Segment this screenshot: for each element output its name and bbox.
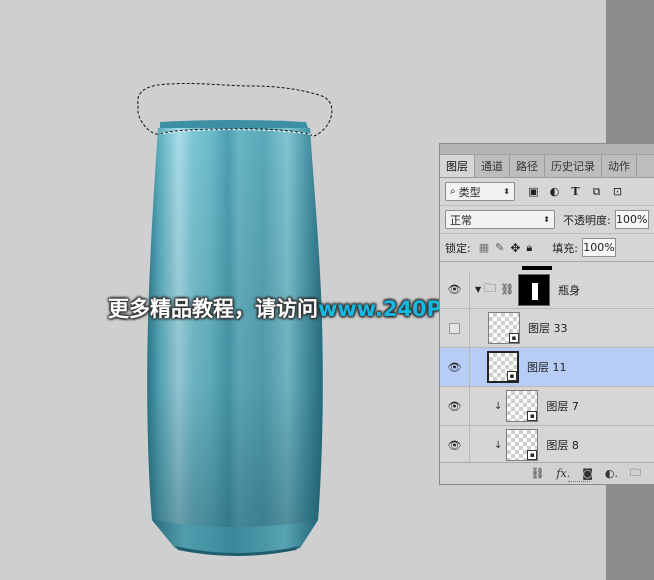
smart-object-icon: ▪: [527, 450, 538, 460]
fill-label: 填充:: [552, 241, 578, 255]
layer-row[interactable]: 👁︎ ↓ ▪ 图层 8: [440, 426, 654, 462]
layers-panel: 图层 通道 路径 历史记录 动作 ⌕ 类型 ⬍ ▣ ◐ T ⧉ ⊡ 正常 ⬍ 不…: [439, 143, 654, 485]
lock-all-icon[interactable]: 🔒︎: [526, 241, 532, 255]
layer-row[interactable]: 👁︎ ↓ ▪ 图层 7: [440, 387, 654, 426]
layer-list: 👁︎ ▼ 🗀︎ ⛓︎ 瓶身 ▪ 图层 33 👁︎ ▪ 图层 11 👁︎ ↓ ▪ …: [440, 266, 654, 462]
fx-icon[interactable]: fx.: [556, 467, 570, 480]
lock-row: 锁定: ▦ ✎ ✥ 🔒︎ 填充: 100%: [440, 234, 654, 262]
blend-mode-value: 正常: [450, 213, 472, 227]
link-icon: ⛓︎: [500, 283, 515, 296]
visibility-toggle[interactable]: [440, 309, 470, 347]
panel-grip[interactable]: [440, 144, 654, 155]
layer-thumbnail: ▪: [487, 351, 519, 383]
chevron-updown-icon: ⬍: [543, 215, 550, 224]
opacity-field[interactable]: 100%: [614, 210, 649, 229]
lock-label: 锁定:: [445, 241, 471, 255]
tab-channels[interactable]: 通道: [475, 155, 510, 177]
clipping-arrow-icon: ↓: [494, 439, 503, 451]
smart-object-icon: ▪: [527, 411, 538, 421]
layer-thumbnail: ▪: [488, 312, 520, 344]
eye-icon: 👁︎: [447, 399, 462, 413]
adjustment-filter-icon[interactable]: ◐: [548, 185, 561, 198]
search-icon: ⌕: [450, 186, 456, 197]
tab-layers[interactable]: 图层: [440, 155, 475, 177]
filter-row: ⌕ 类型 ⬍ ▣ ◐ T ⧉ ⊡: [440, 178, 654, 206]
layer-thumbnail: ▪: [506, 429, 539, 461]
lock-transparent-icon[interactable]: ▦: [479, 241, 489, 254]
layer-name[interactable]: 图层 33: [528, 320, 568, 336]
layer-row[interactable]: ▪ 图层 33: [440, 309, 654, 348]
lock-paint-icon[interactable]: ✎: [495, 241, 504, 254]
filter-icons: ▣ ◐ T ⧉ ⊡: [527, 185, 624, 199]
group-mask-thumbnail[interactable]: [518, 273, 551, 306]
layer-name[interactable]: 图层 8: [546, 437, 579, 453]
chevron-updown-icon: ⬍: [503, 187, 510, 196]
layer-row[interactable]: 👁︎ ▪ 图层 11: [440, 348, 654, 387]
lock-move-icon[interactable]: ✥: [510, 241, 520, 255]
visibility-toggle[interactable]: 👁︎: [440, 271, 470, 308]
smart-object-icon: ▪: [507, 371, 517, 381]
hidden-box-icon: [449, 322, 460, 334]
layer-name[interactable]: 图层 7: [546, 398, 579, 414]
smart-object-icon: ▪: [509, 333, 519, 343]
tab-actions[interactable]: 动作: [602, 155, 637, 177]
folder-icon: 🗀︎: [484, 281, 497, 295]
eye-icon: 👁︎: [447, 360, 462, 374]
clipping-arrow-icon: ↓: [494, 400, 503, 412]
panel-bottom-toolbar: ⛓︎ fx. ◙ ◐. 🗀︎: [440, 462, 654, 484]
expand-arrow-icon[interactable]: ▼: [475, 285, 481, 294]
layer-name[interactable]: 图层 11: [527, 359, 567, 375]
smart-object-filter-icon[interactable]: ⊡: [611, 185, 624, 198]
tab-history[interactable]: 历史记录: [545, 155, 602, 177]
fill-field[interactable]: 100%: [581, 238, 616, 257]
watermark-label: 更多精品教程，请访问: [108, 297, 318, 321]
visibility-toggle[interactable]: 👁︎: [440, 426, 470, 462]
image-filter-icon[interactable]: ▣: [527, 185, 540, 198]
visibility-toggle[interactable]: 👁︎: [440, 348, 470, 386]
adjustment-layer-icon[interactable]: ◐.: [605, 467, 618, 480]
link-layers-icon[interactable]: ⛓︎: [530, 467, 544, 480]
panel-tab-bar: 图层 通道 路径 历史记录 动作: [440, 144, 654, 178]
resize-grip[interactable]: [568, 481, 590, 483]
shape-filter-icon[interactable]: ⧉: [590, 185, 603, 198]
opacity-label: 不透明度:: [563, 213, 611, 227]
add-mask-icon[interactable]: ◙: [582, 467, 593, 480]
eye-icon: 👁︎: [447, 283, 462, 296]
new-group-icon[interactable]: 🗀︎: [630, 464, 641, 483]
filter-value: 类型: [458, 185, 481, 199]
blend-row: 正常 ⬍ 不透明度: 100%: [440, 206, 654, 234]
blend-mode-select[interactable]: 正常 ⬍: [445, 210, 555, 229]
tab-paths[interactable]: 路径: [510, 155, 545, 177]
layer-thumbnail: ▪: [506, 390, 539, 422]
layer-filter-select[interactable]: ⌕ 类型 ⬍: [445, 182, 515, 201]
layer-name[interactable]: 瓶身: [558, 282, 580, 298]
type-filter-icon[interactable]: T: [569, 185, 582, 198]
layer-row[interactable]: 👁︎ ▼ 🗀︎ ⛓︎ 瓶身: [440, 271, 654, 309]
visibility-toggle[interactable]: 👁︎: [440, 387, 470, 425]
eye-icon: 👁︎: [447, 438, 462, 452]
